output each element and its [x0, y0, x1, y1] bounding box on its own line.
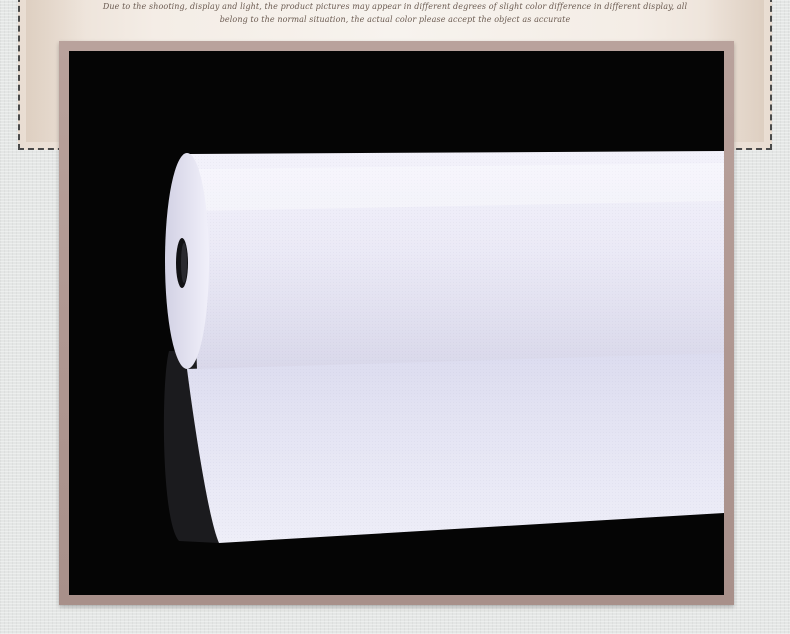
paper-roll-illustration	[163, 151, 724, 543]
color-difference-notice: Due to the shooting, display and light, …	[102, 2, 688, 24]
product-photo	[69, 51, 724, 595]
photo-frame	[59, 41, 734, 605]
